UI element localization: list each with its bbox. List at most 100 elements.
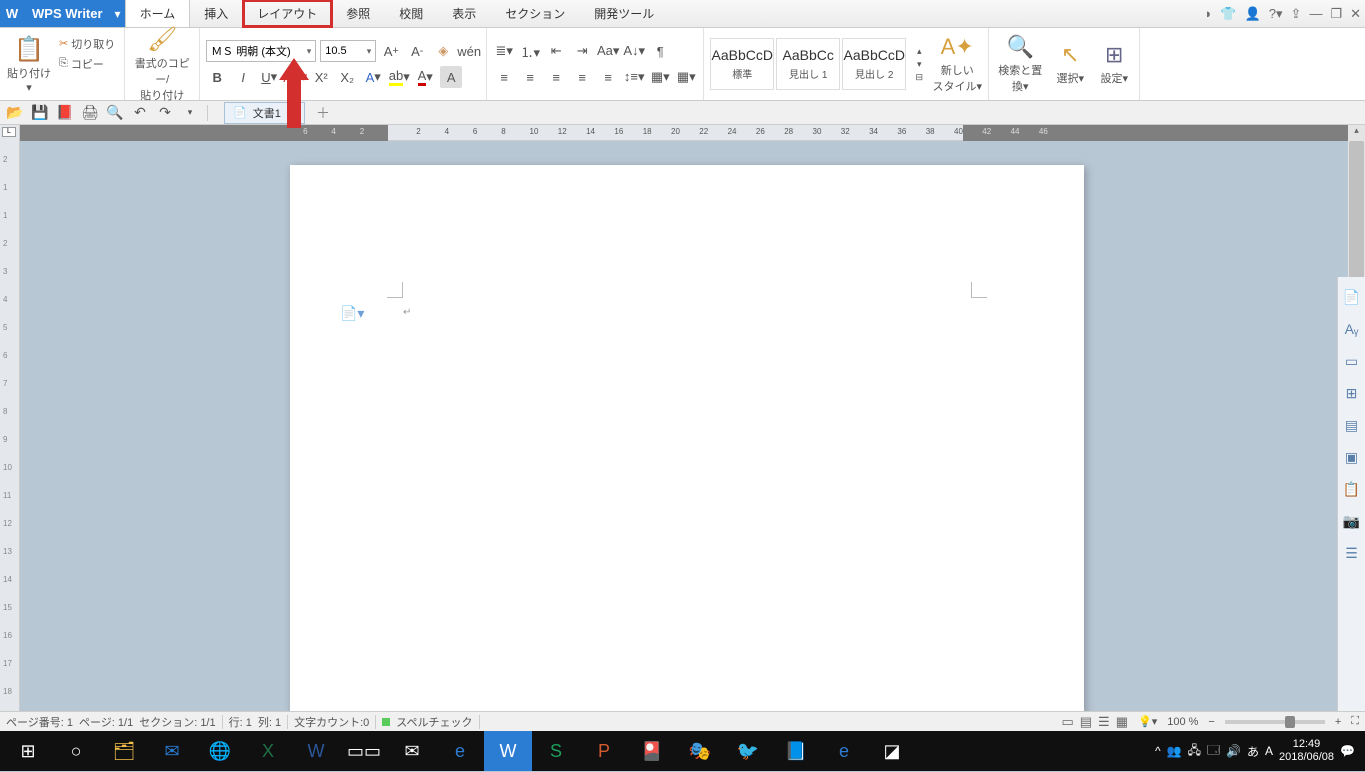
- page-icon[interactable]: 📄: [1342, 289, 1362, 311]
- find-replace-button[interactable]: 🔍 検索と置換▾: [995, 34, 1045, 94]
- settings-button[interactable]: ⊞ 設定▾: [1095, 42, 1133, 86]
- subscript-button[interactable]: X₂: [336, 66, 358, 88]
- view-web-icon[interactable]: ▦: [1116, 714, 1128, 730]
- print-preview-button[interactable]: 🔍: [104, 102, 126, 124]
- paragraph-panel-icon[interactable]: ▭: [1342, 353, 1362, 375]
- fullscreen-icon[interactable]: ⛶: [1351, 715, 1359, 728]
- document-area[interactable]: 6422468101214161820222426283032343638404…: [20, 125, 1365, 711]
- tab-layout[interactable]: レイアウト: [243, 0, 332, 27]
- open-button[interactable]: 📂: [4, 102, 26, 124]
- properties-icon[interactable]: ☰: [1342, 545, 1362, 567]
- zoom-slider[interactable]: [1225, 720, 1325, 724]
- line-spacing-button[interactable]: ↕≡▾: [623, 66, 645, 88]
- ie-icon[interactable]: e: [820, 731, 868, 771]
- horizontal-ruler[interactable]: 6422468101214161820222426283032343638404…: [20, 125, 1365, 141]
- status-spellcheck[interactable]: スペルチェック: [396, 714, 472, 730]
- status-section[interactable]: セクション: 1/1: [139, 714, 215, 730]
- close-tab-icon[interactable]: ✕: [287, 106, 296, 119]
- word-icon[interactable]: W: [292, 731, 340, 771]
- people-icon[interactable]: 👥: [1167, 744, 1182, 758]
- align-right-button[interactable]: ≡: [545, 66, 567, 88]
- status-col[interactable]: 列: 1: [258, 714, 281, 730]
- app-icon-2[interactable]: 🎭: [676, 731, 724, 771]
- new-style-button[interactable]: A✦ 新しい スタイル▾: [932, 34, 982, 94]
- text-effects-button[interactable]: A▾: [362, 66, 384, 88]
- sort-button[interactable]: A↓▾: [623, 40, 645, 62]
- align-left-button[interactable]: ≡: [493, 66, 515, 88]
- font-size-combo[interactable]: 10.5 ▾: [320, 40, 376, 62]
- status-page-number[interactable]: ページ番号: 1: [6, 714, 73, 730]
- undo-button[interactable]: ↶: [129, 102, 151, 124]
- status-page[interactable]: ページ: 1/1: [79, 714, 133, 730]
- numbering-button[interactable]: ⒈▾: [519, 40, 541, 62]
- battery-icon[interactable]: 🗔: [1207, 741, 1220, 762]
- section-marker-icon[interactable]: 📄▾: [340, 305, 364, 322]
- view-print-layout-icon[interactable]: ▭: [1061, 714, 1073, 730]
- app-menu-dropdown[interactable]: ▾: [111, 0, 125, 27]
- lightbulb-icon[interactable]: 💡▾: [1138, 715, 1157, 728]
- page[interactable]: 📄▾ ↵: [290, 165, 1084, 711]
- add-tab-button[interactable]: ＋: [308, 103, 338, 123]
- close-button[interactable]: ✕: [1350, 6, 1361, 22]
- highlight-button[interactable]: ab▾: [388, 66, 410, 88]
- phonetic-button[interactable]: wén: [458, 40, 480, 62]
- style-normal[interactable]: AaBbCcD 標準: [710, 38, 774, 90]
- skin-icon[interactable]: ◗: [1205, 6, 1213, 21]
- bold-button[interactable]: B: [206, 66, 228, 88]
- tab-view[interactable]: 表示: [438, 0, 491, 27]
- chrome-icon[interactable]: 🌐: [196, 731, 244, 771]
- file-explorer-icon[interactable]: 🗂: [100, 731, 148, 771]
- tab-review[interactable]: 校閲: [385, 0, 438, 27]
- copy-button[interactable]: ⎘コピー: [56, 55, 118, 73]
- scroll-up-arrow[interactable]: ▴: [1348, 125, 1365, 141]
- borders-button[interactable]: ▦▾: [675, 66, 697, 88]
- superscript-button[interactable]: X²: [310, 66, 332, 88]
- zoom-in-button[interactable]: +: [1335, 716, 1341, 728]
- format-painter-button[interactable]: 🖌 書式のコピー/ 貼り付け: [131, 25, 193, 103]
- grow-font-button[interactable]: A+: [380, 40, 402, 62]
- wps-writer-taskbar-icon[interactable]: W: [484, 731, 532, 771]
- style-scroll-down[interactable]: ▾: [908, 58, 930, 70]
- zoom-value[interactable]: 100 %: [1167, 716, 1198, 728]
- user-icon[interactable]: 👤: [1245, 6, 1261, 22]
- export-pdf-button[interactable]: 📕: [54, 102, 76, 124]
- tray-expand-icon[interactable]: ^: [1155, 744, 1161, 758]
- app-icon-3[interactable]: 📘: [772, 731, 820, 771]
- tab-section[interactable]: セクション: [491, 0, 580, 27]
- start-button[interactable]: ⊞: [4, 731, 52, 771]
- notifications-icon[interactable]: 💬: [1340, 744, 1355, 758]
- show-marks-button[interactable]: ¶: [649, 40, 671, 62]
- outlook-icon[interactable]: ✉: [148, 731, 196, 771]
- layout-panel-icon[interactable]: ⊞: [1342, 385, 1362, 407]
- cut-button[interactable]: ✂切り取り: [56, 35, 118, 53]
- char-shading-button[interactable]: A: [440, 66, 462, 88]
- maximize-button[interactable]: ❐: [1330, 6, 1342, 22]
- strike-button[interactable]: AB▾: [284, 66, 306, 88]
- status-line[interactable]: 行: 1: [229, 714, 252, 730]
- share-icon[interactable]: ⇪: [1291, 6, 1302, 22]
- qat-more[interactable]: ▾: [179, 102, 201, 124]
- wps-spreadsheet-icon[interactable]: S: [532, 731, 580, 771]
- network-icon[interactable]: 🖧: [1188, 741, 1201, 762]
- save-button[interactable]: 💾: [29, 102, 51, 124]
- redo-button[interactable]: ↷: [154, 102, 176, 124]
- zoom-out-button[interactable]: −: [1208, 716, 1214, 728]
- paste-button[interactable]: 📋 貼り付け▾: [6, 35, 52, 94]
- underline-button[interactable]: U▾: [258, 66, 280, 88]
- style-heading1[interactable]: AaBbCc 見出し 1: [776, 38, 840, 90]
- status-charcount[interactable]: 文字カウント:0: [294, 714, 369, 730]
- document-tab[interactable]: 📄 文書1 ✕: [224, 102, 305, 124]
- style-gallery-expand[interactable]: ⊟: [908, 71, 930, 83]
- distribute-button[interactable]: ≡: [597, 66, 619, 88]
- help-dropdown[interactable]: ?▾: [1269, 6, 1283, 22]
- minimize-button[interactable]: —: [1309, 6, 1322, 21]
- app-icon-4[interactable]: ◪: [868, 731, 916, 771]
- justify-button[interactable]: ≡: [571, 66, 593, 88]
- ime-icon[interactable]: あ: [1247, 743, 1259, 760]
- font-color-button[interactable]: A▾: [414, 66, 436, 88]
- taskview-icon[interactable]: ▭▭: [340, 731, 388, 771]
- select-button[interactable]: ↖ 選択▾: [1051, 42, 1089, 86]
- style-heading2[interactable]: AaBbCcD 見出し 2: [842, 38, 906, 90]
- decrease-indent-button[interactable]: ⇤: [545, 40, 567, 62]
- font-icon[interactable]: Aᵧ: [1342, 321, 1362, 343]
